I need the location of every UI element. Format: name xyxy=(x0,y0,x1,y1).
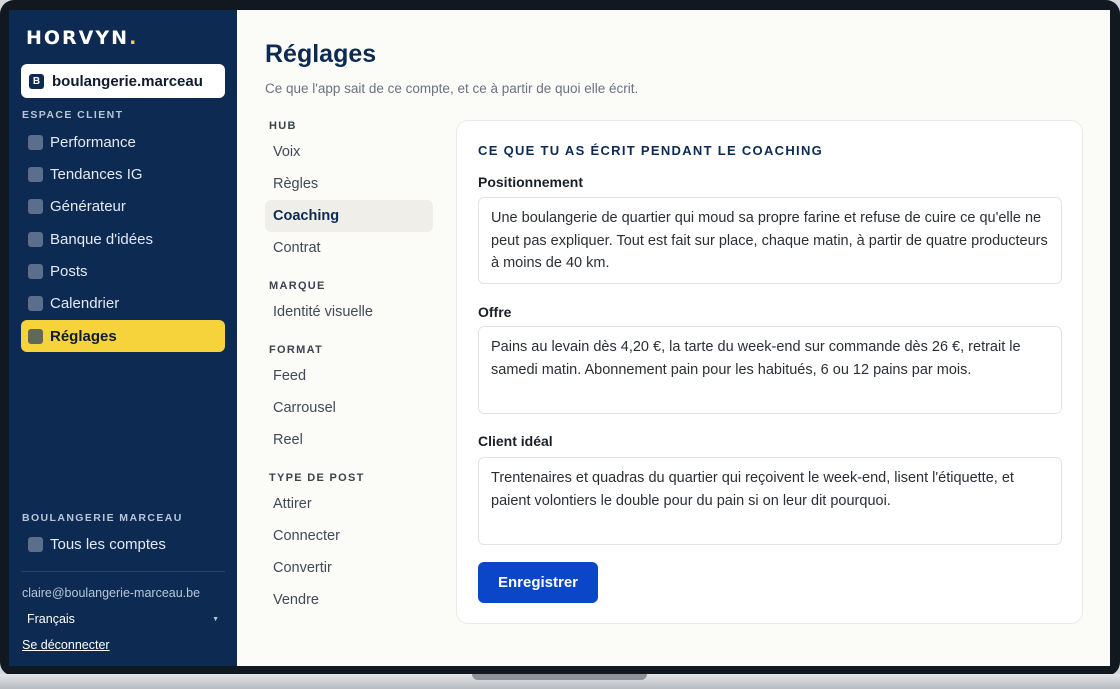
sidebar-divider xyxy=(21,571,225,572)
page-title: Réglages xyxy=(265,40,377,68)
subnav-item-carrousel[interactable]: Carrousel xyxy=(265,392,433,424)
card-heading: CE QUE TU AS ÉCRIT PENDANT LE COACHING xyxy=(478,143,824,158)
brand-dot: . xyxy=(129,27,139,49)
main-content: Réglages Ce que l'app sait de ce compte,… xyxy=(237,10,1110,666)
subnav-group-label: FORMAT xyxy=(269,344,324,356)
sidebar: HORVYN. B boulangerie.marceau ESPACE CLI… xyxy=(9,10,237,666)
chevron-down-icon: ▼ xyxy=(212,615,219,623)
subnav-group-label: TYPE DE POST xyxy=(269,472,365,484)
subnav-item-identite-visuelle[interactable]: Identité visuelle xyxy=(265,296,433,328)
subnav-item-connecter[interactable]: Connecter xyxy=(265,520,433,552)
subnav-item-voix[interactable]: Voix xyxy=(265,136,433,168)
subnav-item-regles[interactable]: Règles xyxy=(265,168,433,200)
sidebar-section-label: ESPACE CLIENT xyxy=(22,109,124,121)
sidebar-item-label: Tendances IG xyxy=(50,165,143,183)
sidebar-item-performance[interactable]: Performance xyxy=(21,126,225,158)
sidebar-item-label: Banque d'idées xyxy=(50,230,153,248)
sidebar-item-calendrier[interactable]: Calendrier xyxy=(21,288,225,320)
laptop-notch xyxy=(472,674,647,680)
settings-subnav: HUB Voix Règles Coaching Contrat MARQUE Identi… xyxy=(265,120,433,616)
user-email: claire@boulangerie-marceau.be xyxy=(22,586,201,600)
subnav-item-coaching[interactable]: Coaching xyxy=(265,200,433,232)
subnav-group-label: MARQUE xyxy=(269,280,326,292)
sidebar-item-generateur[interactable]: Générateur xyxy=(21,191,225,223)
nav-square-icon xyxy=(28,134,43,150)
all-accounts-icon xyxy=(28,536,43,552)
sidebar-item-banque-d-idees[interactable]: Banque d'idées xyxy=(21,223,225,255)
nav-square-icon xyxy=(28,199,43,215)
subnav-item-vendre[interactable]: Vendre xyxy=(265,584,433,616)
sidebar-item-label: Réglages xyxy=(50,327,117,345)
positioning-label: Positionnement xyxy=(478,174,584,190)
subnav-spacer xyxy=(265,264,433,280)
brand-logo[interactable]: HORVYN. xyxy=(26,27,138,49)
ideal-client-label: Client idéal xyxy=(478,433,553,449)
sidebar-item-reglages[interactable]: Réglages xyxy=(21,320,225,353)
sidebar-item-tendances-ig[interactable]: Tendances IG xyxy=(21,158,225,190)
offer-field[interactable]: Pains au levain dès 4,20 €, la tarte du … xyxy=(478,326,1062,414)
sidebar-item-all-accounts[interactable]: Tous les comptes xyxy=(21,528,225,560)
nav-square-icon xyxy=(28,296,43,312)
account-switcher[interactable]: B boulangerie.marceau xyxy=(21,64,225,98)
subnav-item-attirer[interactable]: Attirer xyxy=(265,488,433,520)
subnav-item-reel[interactable]: Reel xyxy=(265,424,433,456)
logout-link[interactable]: Se déconnecter xyxy=(22,638,110,652)
nav-square-icon xyxy=(28,166,43,182)
positioning-field[interactable]: Une boulangerie de quartier qui moud sa … xyxy=(478,197,1062,284)
save-button[interactable]: Enregistrer xyxy=(478,562,598,603)
language-value: Français xyxy=(27,612,75,626)
subnav-item-convertir[interactable]: Convertir xyxy=(265,552,433,584)
nav-square-icon xyxy=(28,231,43,247)
brand-name: HORVYN xyxy=(26,27,130,49)
nav-square-icon xyxy=(28,328,43,344)
nav-square-icon xyxy=(28,264,43,280)
app-window: HORVYN. B boulangerie.marceau ESPACE CLI… xyxy=(9,10,1110,666)
subnav-group-label: HUB xyxy=(269,120,297,132)
account-name: boulangerie.marceau xyxy=(52,72,203,90)
sidebar-item-posts[interactable]: Posts xyxy=(21,256,225,288)
ideal-client-field[interactable]: Trentenaires et quadras du quartier qui … xyxy=(478,457,1062,545)
subnav-item-contrat[interactable]: Contrat xyxy=(265,232,433,264)
offer-label: Offre xyxy=(478,304,512,320)
subnav-item-feed[interactable]: Feed xyxy=(265,360,433,392)
account-badge: B xyxy=(29,73,44,89)
sidebar-item-label: Posts xyxy=(50,263,88,281)
sidebar-item-label: Calendrier xyxy=(50,295,120,313)
coaching-card: CE QUE TU AS ÉCRIT PENDANT LE COACHING P… xyxy=(456,120,1083,624)
sidebar-item-label: Générateur xyxy=(50,198,126,216)
workspace-label: BOULANGERIE MARCEAU xyxy=(22,512,183,524)
sidebar-item-label: Performance xyxy=(50,133,136,151)
subnav-spacer xyxy=(265,456,433,472)
sidebar-item-label: Tous les comptes xyxy=(50,535,166,553)
language-select[interactable]: Français ▼ xyxy=(27,612,219,626)
sidebar-nav: Performance Tendances IG Générateur Banque … xyxy=(21,126,225,353)
subnav-spacer xyxy=(265,328,433,344)
page-subtitle: Ce que l'app sait de ce compte, et ce à … xyxy=(265,81,639,96)
